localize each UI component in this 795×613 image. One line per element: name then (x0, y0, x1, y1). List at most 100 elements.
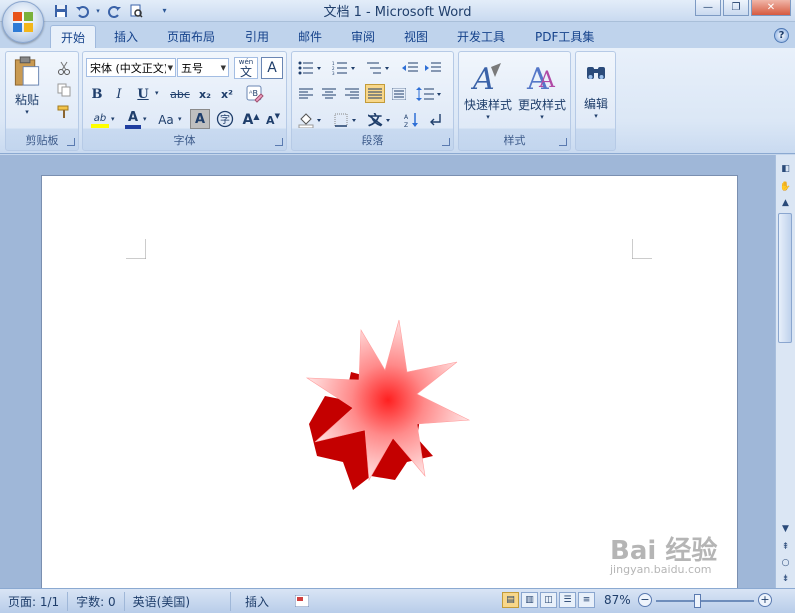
change-styles-button[interactable]: A A 更改样式 ▾ (516, 56, 568, 126)
phonetic-guide-button[interactable]: wén 文 (234, 57, 258, 79)
shrink-font-icon: A (266, 113, 275, 127)
next-page-icon[interactable]: ⇟ (778, 571, 793, 586)
change-case-dropdown-icon[interactable]: ▾ (178, 115, 182, 123)
previous-page-icon[interactable]: ⇞ (778, 539, 793, 554)
help-icon[interactable]: ? (774, 28, 789, 43)
quick-styles-button[interactable]: A 快速样式 ▾ (462, 56, 514, 126)
tab-view[interactable]: 视图 (394, 25, 438, 48)
borders-button[interactable] (332, 110, 362, 129)
grow-font-button[interactable]: A ▲ (241, 110, 261, 130)
print-layout-view-icon[interactable]: ▤ (502, 592, 519, 608)
align-center-button[interactable] (319, 84, 339, 103)
full-screen-reading-view-icon[interactable]: ▥ (521, 592, 538, 608)
status-page[interactable]: 页面: 1/1 (0, 591, 69, 611)
multilevel-list-button[interactable] (364, 58, 394, 77)
font-name-combo[interactable]: 宋体 (中文正文) ▼ (86, 58, 176, 77)
sort-icon: AZ (404, 112, 418, 128)
tab-mailings[interactable]: 邮件 (288, 25, 332, 48)
tab-pdf-tools[interactable]: PDF工具集 (525, 25, 604, 48)
office-button[interactable] (2, 1, 44, 43)
paste-button[interactable]: 粘贴 ▾ (10, 56, 44, 116)
cut-button[interactable] (54, 58, 74, 77)
underline-dropdown-icon[interactable]: ▾ (155, 89, 159, 97)
web-layout-view-icon[interactable]: ◫ (540, 592, 557, 608)
quick-styles-icon: A (471, 62, 501, 93)
font-color-dropdown-icon[interactable]: ▾ (143, 115, 147, 123)
increase-indent-button[interactable] (423, 58, 443, 77)
font-size-combo[interactable]: 五号 ▼ (177, 58, 229, 77)
clipboard-launcher-icon[interactable] (67, 138, 75, 146)
scroll-up-icon[interactable]: ▲ (778, 195, 793, 210)
asian-layout-button[interactable]: 文 (366, 110, 396, 129)
change-case-button[interactable]: Aa (153, 110, 179, 130)
highlight-dropdown-icon[interactable]: ▾ (111, 115, 115, 123)
character-border-button[interactable]: A (261, 57, 283, 79)
styles-launcher-icon[interactable] (559, 138, 567, 146)
binoculars-icon (587, 66, 605, 79)
shrink-font-button[interactable]: A ▼ (263, 110, 283, 130)
italic-button[interactable]: I (109, 85, 129, 104)
font-name-dropdown-icon: ▼ (167, 64, 173, 72)
restore-icon[interactable]: ❐ (723, 0, 749, 16)
asian-layout-icon: 文 (368, 113, 390, 127)
sort-button[interactable]: AZ (402, 110, 422, 129)
zoom-in-icon[interactable]: + (758, 593, 772, 607)
tab-references[interactable]: 引用 (235, 25, 279, 48)
draft-view-icon[interactable]: ≡ (578, 592, 595, 608)
edit-button[interactable]: 编辑 ▾ (578, 56, 614, 126)
edit-label: 编辑 (583, 96, 608, 111)
document-page[interactable] (41, 175, 738, 588)
zoom-level[interactable]: 87% (604, 593, 631, 607)
bold-button[interactable]: B (87, 85, 107, 104)
justify-button[interactable] (365, 84, 385, 103)
copy-button[interactable] (54, 80, 74, 99)
status-insert-mode[interactable]: 插入 (231, 592, 287, 611)
quick-styles-dropdown-icon: ▾ (486, 113, 490, 121)
font-color-button[interactable]: A (123, 110, 143, 130)
tab-insert[interactable]: 插入 (104, 25, 148, 48)
zoom-out-icon[interactable]: − (638, 593, 652, 607)
vertical-scrollbar[interactable]: ◧ ✋ ▲ ▼ ⇞ ○ ⇟ (775, 155, 795, 588)
highlight-button[interactable]: ab (87, 110, 113, 130)
decrease-indent-button[interactable] (400, 58, 420, 77)
star-shape[interactable] (297, 316, 477, 496)
numbering-button[interactable]: 123 (330, 58, 360, 77)
character-shading-button[interactable]: A (190, 109, 210, 129)
show-marks-button[interactable] (426, 110, 446, 129)
pan-hand-icon[interactable]: ✋ (778, 179, 793, 194)
zoom-slider-thumb[interactable] (694, 594, 701, 608)
office-logo-icon (13, 12, 33, 32)
scroll-thumb[interactable] (778, 213, 792, 343)
paint-bucket-icon (298, 112, 321, 128)
select-browse-object-icon[interactable]: ○ (778, 555, 793, 570)
outline-view-icon[interactable]: ☰ (559, 592, 576, 608)
view-ruler-icon[interactable]: ◧ (778, 161, 793, 176)
line-spacing-button[interactable] (414, 84, 446, 103)
title-bar: ▾ ▾ 文档 1 - Microsoft Word — ❐ ✕ (0, 0, 795, 22)
clear-format-button[interactable]: ᴬB (243, 83, 267, 105)
minimize-icon[interactable]: — (695, 0, 721, 16)
distributed-button[interactable] (389, 84, 409, 103)
close-icon[interactable]: ✕ (751, 0, 791, 16)
font-launcher-icon[interactable] (275, 138, 283, 146)
bullets-button[interactable] (296, 58, 326, 77)
status-word-count[interactable]: 字数: 0 (68, 591, 125, 611)
format-painter-button[interactable] (54, 102, 74, 121)
tab-review[interactable]: 审阅 (341, 25, 385, 48)
macro-record-icon[interactable] (287, 592, 317, 611)
status-language[interactable]: 英语(美国) (125, 591, 232, 611)
subscript-button[interactable]: x₂ (195, 85, 215, 104)
underline-button[interactable]: U (133, 85, 153, 104)
tab-developer[interactable]: 开发工具 (447, 25, 515, 48)
tab-home[interactable]: 开始 (50, 25, 97, 48)
zoom-slider-track[interactable] (656, 600, 754, 602)
align-left-button[interactable] (296, 84, 316, 103)
superscript-button[interactable]: x² (217, 85, 237, 104)
tab-page-layout[interactable]: 页面布局 (157, 25, 225, 48)
strikethrough-button[interactable]: abc (167, 85, 193, 104)
paragraph-launcher-icon[interactable] (442, 138, 450, 146)
shading-button[interactable] (296, 110, 326, 129)
scroll-down-icon[interactable]: ▼ (778, 521, 793, 536)
enclose-characters-button[interactable]: 字 (215, 109, 235, 129)
align-right-button[interactable] (342, 84, 362, 103)
